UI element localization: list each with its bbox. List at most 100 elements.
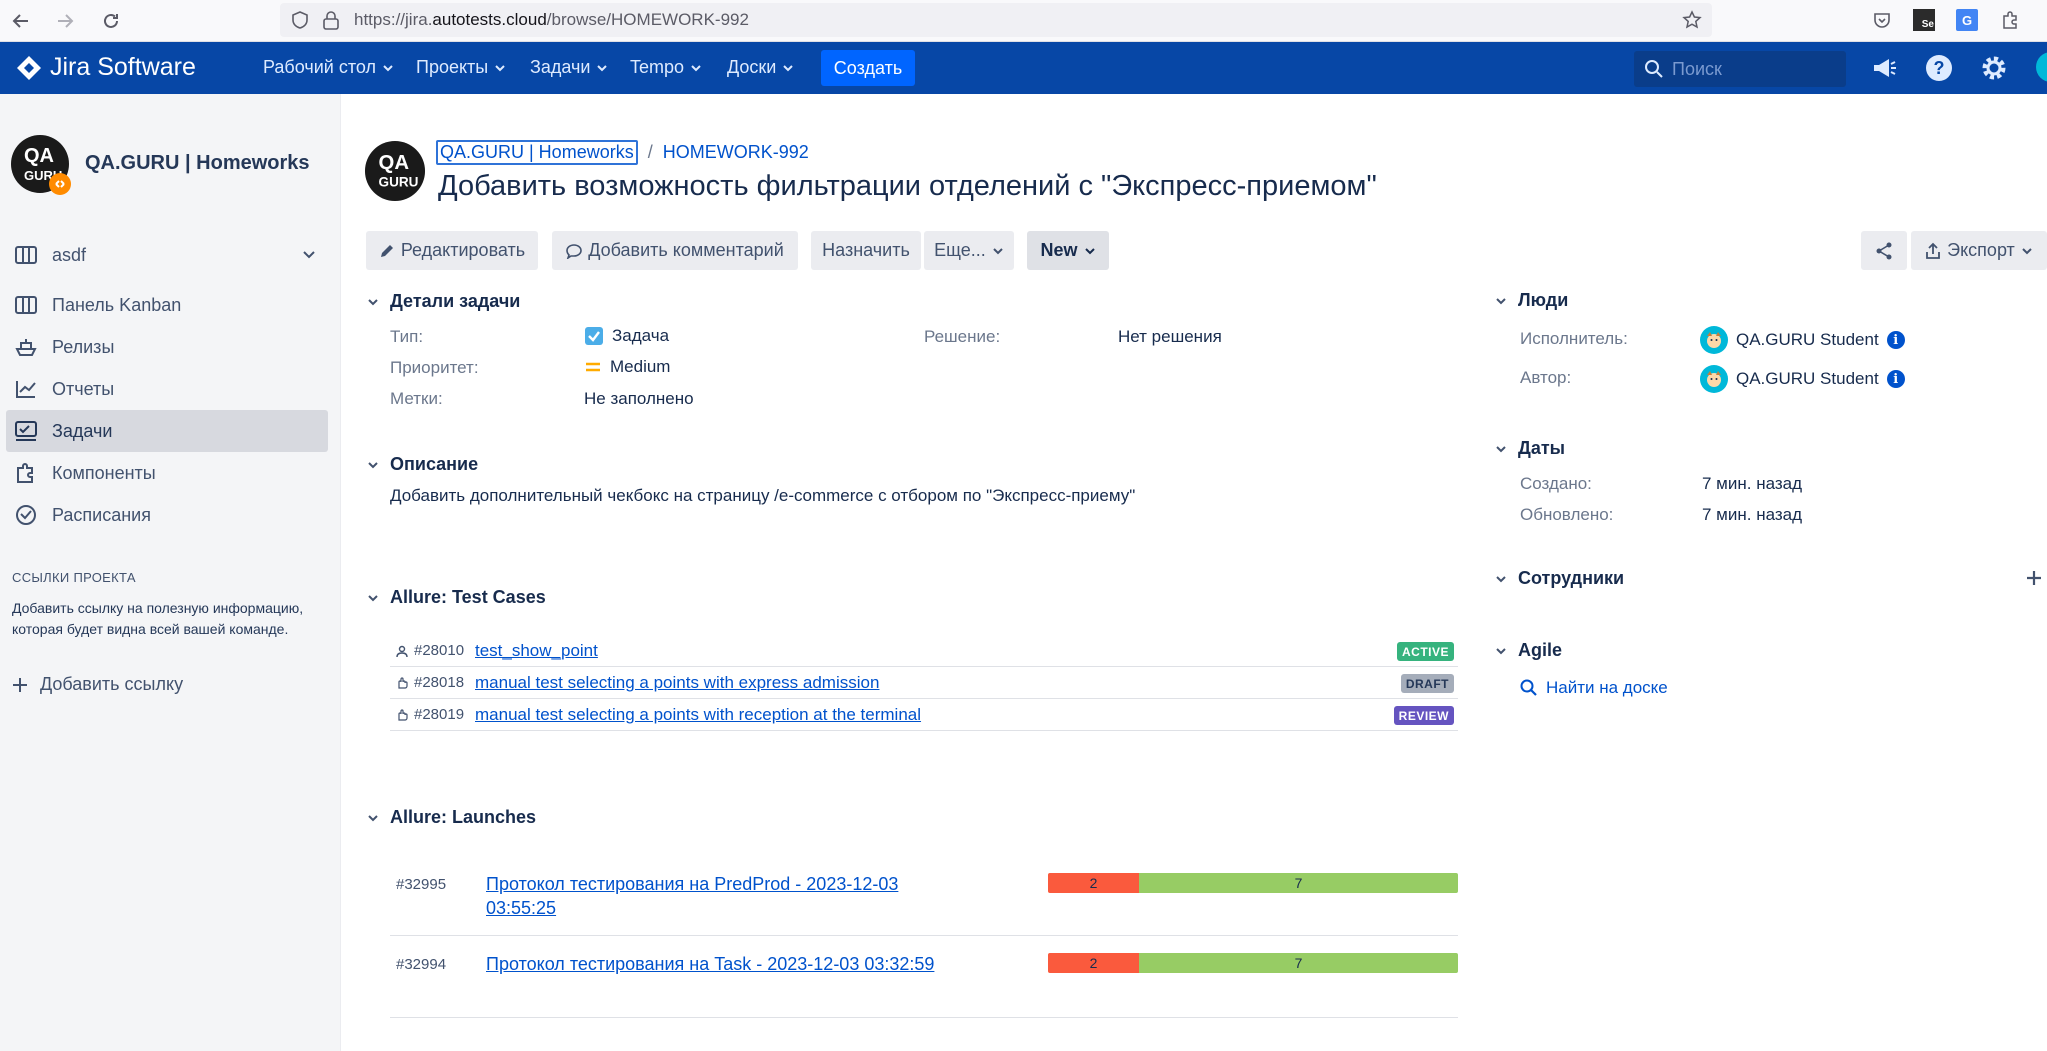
launch-link[interactable]: Протокол тестирования на Task - 2023-12-…: [486, 952, 936, 976]
board-selector[interactable]: asdf: [6, 234, 328, 276]
sidebar-item-schedules[interactable]: Расписания: [6, 494, 328, 536]
sidebar-item-releases[interactable]: Релизы: [6, 326, 328, 368]
jira-logo[interactable]: Jira Software: [16, 53, 196, 82]
menu-projects[interactable]: Проекты: [416, 57, 506, 78]
issues-icon: [14, 419, 38, 443]
status-badge: REVIEW: [1393, 706, 1454, 725]
help-icon[interactable]: ?: [1925, 54, 1953, 82]
assignee[interactable]: QA.GURU Student i: [1700, 326, 1905, 354]
labels-value: Не заполнено: [584, 389, 694, 408]
forward-icon[interactable]: [52, 8, 78, 34]
more-button[interactable]: Еще...: [924, 231, 1014, 270]
browser-toolbar: https://jira.autotests.cloud/browse/HOME…: [0, 0, 2047, 42]
staff-heading[interactable]: Сотрудники: [1494, 568, 1624, 589]
assignee-label: Исполнитель:: [1520, 329, 1628, 348]
export-button[interactable]: Экспорт: [1911, 231, 2047, 270]
user-avatar[interactable]: [2036, 52, 2047, 82]
description-text[interactable]: Добавить дополнительный чекбокс на стран…: [390, 486, 1135, 506]
priority-label: Приоритет:: [390, 358, 479, 377]
test-case-id: #28019: [414, 706, 465, 723]
agile-heading[interactable]: Agile: [1494, 640, 1562, 661]
info-icon[interactable]: i: [1886, 370, 1905, 388]
search-input[interactable]: [1672, 57, 1832, 81]
project-name[interactable]: QA.GURU | Homeworks: [85, 152, 310, 175]
check-circle-icon: [14, 503, 38, 527]
test-case-link[interactable]: manual test selecting a points with expr…: [475, 673, 879, 693]
reporter[interactable]: QA.GURU Student i: [1700, 365, 1905, 393]
comment-icon: [566, 243, 583, 259]
launch-result-bar[interactable]: 2 7: [1048, 953, 1458, 973]
test-case-link[interactable]: test_show_point: [475, 641, 598, 661]
extensions-icon[interactable]: [1998, 8, 2022, 32]
chevron-down-icon: [992, 245, 1004, 257]
collapse-chevron-icon: [366, 811, 380, 825]
address-bar[interactable]: https://jira.autotests.cloud/browse/HOME…: [280, 3, 1712, 37]
collapse-chevron-icon: [1494, 572, 1508, 586]
pocket-icon[interactable]: [1870, 8, 1894, 32]
people-heading[interactable]: Люди: [1494, 290, 1568, 311]
project-avatar-large[interactable]: QA GURU: [364, 140, 426, 202]
status-badge: ACTIVE: [1396, 642, 1454, 661]
launch-id: #32995: [396, 876, 447, 893]
megaphone-icon[interactable]: [1870, 54, 1898, 82]
project-links-title: ССЫЛКИ ПРОЕКТА: [12, 570, 136, 585]
board-icon: [14, 243, 38, 267]
project-links-help: Добавить ссылку на полезную информацию, …: [12, 600, 304, 637]
shield-icon[interactable]: [290, 10, 310, 30]
sidebar-item-issues[interactable]: Задачи: [6, 410, 328, 452]
test-case-row: #28019 manual test selecting a points wi…: [390, 699, 1458, 731]
sidebar-item-components[interactable]: Компоненты: [6, 452, 328, 494]
type-label: Тип:: [390, 327, 424, 346]
test-case-id: #28010: [414, 642, 465, 659]
search-icon: [1520, 679, 1538, 697]
create-button[interactable]: Создать: [821, 50, 915, 86]
info-icon[interactable]: i: [1886, 331, 1905, 349]
dates-heading[interactable]: Даты: [1494, 438, 1565, 459]
jira-header: Jira Software Рабочий стол Проекты Задач…: [0, 42, 2047, 94]
menu-issues[interactable]: Задачи: [530, 57, 608, 78]
reporter-label: Автор:: [1520, 368, 1572, 387]
launches-heading[interactable]: Allure: Launches: [366, 807, 536, 828]
manual-test-hand-icon: [396, 708, 408, 721]
avatar: [1700, 365, 1728, 393]
settings-gear-icon[interactable]: [1980, 54, 2008, 82]
details-heading[interactable]: Детали задачи: [366, 291, 520, 312]
menu-boards[interactable]: Доски: [727, 57, 794, 78]
menu-tempo[interactable]: Tempo: [630, 57, 702, 78]
sidebar-item-reports[interactable]: Отчеты: [6, 368, 328, 410]
translate-icon[interactable]: G: [1955, 8, 1979, 32]
project-sidebar: QA GURU QA.GURU | Homeworks asdf Панель …: [0, 94, 341, 1051]
search-box[interactable]: [1634, 51, 1846, 87]
launch-link[interactable]: Протокол тестирования на PredProd - 2023…: [486, 872, 936, 920]
add-link-button[interactable]: Добавить ссылку: [12, 674, 183, 695]
assign-button[interactable]: Назначить: [811, 231, 921, 270]
lock-icon[interactable]: [322, 10, 340, 30]
project-avatar[interactable]: QA GURU: [10, 134, 71, 195]
breadcrumb-project[interactable]: QA.GURU | Homeworks: [436, 140, 638, 165]
chevron-down-icon: [495, 64, 505, 71]
find-on-board-link[interactable]: Найти на доске: [1520, 678, 1668, 698]
resolution-value: Нет решения: [1118, 327, 1222, 346]
edit-button[interactable]: Редактировать: [366, 231, 538, 270]
launch-result-bar[interactable]: 2 7: [1048, 873, 1458, 893]
breadcrumb-issue-key[interactable]: HOMEWORK-992: [663, 142, 809, 163]
test-cases-heading[interactable]: Allure: Test Cases: [366, 587, 546, 608]
failed-segment: 2: [1048, 953, 1140, 973]
chevron-down-icon: [597, 64, 608, 71]
reload-icon[interactable]: [98, 8, 124, 34]
export-icon: [1925, 242, 1941, 260]
share-button[interactable]: [1861, 231, 1907, 270]
selenium-extension-icon[interactable]: Se: [1912, 8, 1936, 32]
back-icon[interactable]: [8, 8, 34, 34]
add-comment-button[interactable]: Добавить комментарий: [552, 231, 798, 270]
status-button[interactable]: New: [1027, 231, 1109, 270]
menu-dashboard[interactable]: Рабочий стол: [263, 57, 394, 78]
bookmark-star-icon[interactable]: [1682, 10, 1702, 30]
description-heading[interactable]: Описание: [366, 454, 478, 475]
sidebar-item-kanban[interactable]: Панель Kanban: [6, 284, 328, 326]
manual-test-hand-icon: [396, 676, 408, 689]
collapse-chevron-icon: [366, 458, 380, 472]
add-staff-plus-icon[interactable]: [2026, 570, 2042, 586]
test-case-link[interactable]: manual test selecting a points with rece…: [475, 705, 921, 725]
issue-title[interactable]: Добавить возможность фильтрации отделени…: [438, 170, 1377, 203]
